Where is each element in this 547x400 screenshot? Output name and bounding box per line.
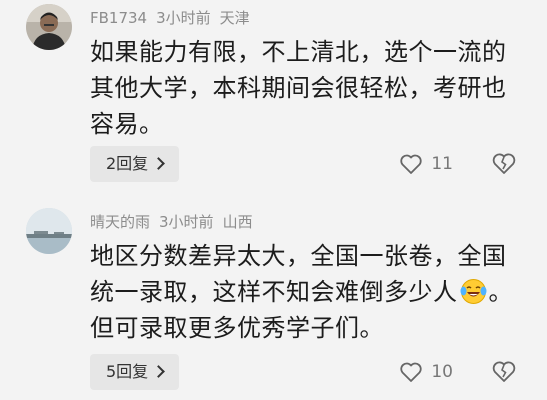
timestamp: 3小时前: [156, 9, 211, 27]
heart-outline-icon: [400, 154, 423, 174]
replies-label: 2回复: [106, 154, 149, 173]
comment-line: 如果能力有限，不上清北，选个一流的: [90, 38, 507, 66]
comment-meta: 晴天的雨 3小时前 山西: [90, 211, 262, 232]
comment-item: FB1734 3小时前 天津 如果能力有限，不上清北，选个一流的 其他大学，本科期间…: [0, 0, 547, 196]
replies-label: 5回复: [106, 362, 149, 381]
laughing-crying-emoji-icon: [460, 279, 486, 304]
landscape-avatar-icon: [26, 208, 72, 254]
like-count: 11: [431, 154, 453, 174]
avatar[interactable]: [26, 208, 72, 254]
like-button[interactable]: 10: [399, 358, 453, 386]
timestamp: 3小时前: [159, 213, 214, 231]
avatar[interactable]: [26, 4, 72, 50]
comment-line-with-emoji: 统一录取，这样不知会难倒多少人 。: [90, 274, 520, 310]
comment-line-suffix: 。: [488, 278, 513, 306]
comment-text: 如果能力有限，不上清北，选个一流的 其他大学，本科期间会很轻松，考研也 容易。: [90, 34, 520, 142]
like-button[interactable]: 11: [399, 150, 453, 178]
like-count: 10: [431, 362, 453, 382]
comment-text: 地区分数差异太大，全国一张卷，全国 统一录取，这样不知会难倒多少人 。 但可录取…: [90, 238, 520, 346]
location: 天津: [219, 9, 250, 27]
comment-line: 容易。: [90, 110, 164, 138]
comment-line: 其他大学，本科期间会很轻松，考研也: [90, 74, 507, 102]
broken-heart-icon: [492, 153, 516, 174]
comment-line: 地区分数差异太大，全国一张卷，全国: [90, 242, 507, 270]
user-avatar-icon: [26, 4, 72, 50]
comment-item: 晴天的雨 3小时前 山西 地区分数差异太大，全国一张卷，全国 统一录取，这样不知会难…: [0, 196, 547, 400]
heart-outline-icon: [400, 362, 423, 382]
chevron-right-icon: [152, 365, 166, 378]
chevron-right-icon: [152, 157, 166, 170]
comment-meta: FB1734 3小时前 天津: [90, 7, 259, 28]
dislike-button[interactable]: [491, 359, 517, 385]
replies-button[interactable]: 5回复: [90, 354, 180, 390]
replies-button[interactable]: 2回复: [90, 146, 180, 182]
comment-line: 统一录取，这样不知会难倒多少人: [90, 278, 458, 306]
comment-line: 但可录取更多优秀学子们。: [90, 314, 384, 342]
broken-heart-icon: [492, 361, 516, 382]
username[interactable]: FB1734: [90, 9, 147, 27]
username[interactable]: 晴天的雨: [90, 213, 150, 231]
location: 山西: [222, 213, 253, 231]
dislike-button[interactable]: [491, 151, 517, 177]
